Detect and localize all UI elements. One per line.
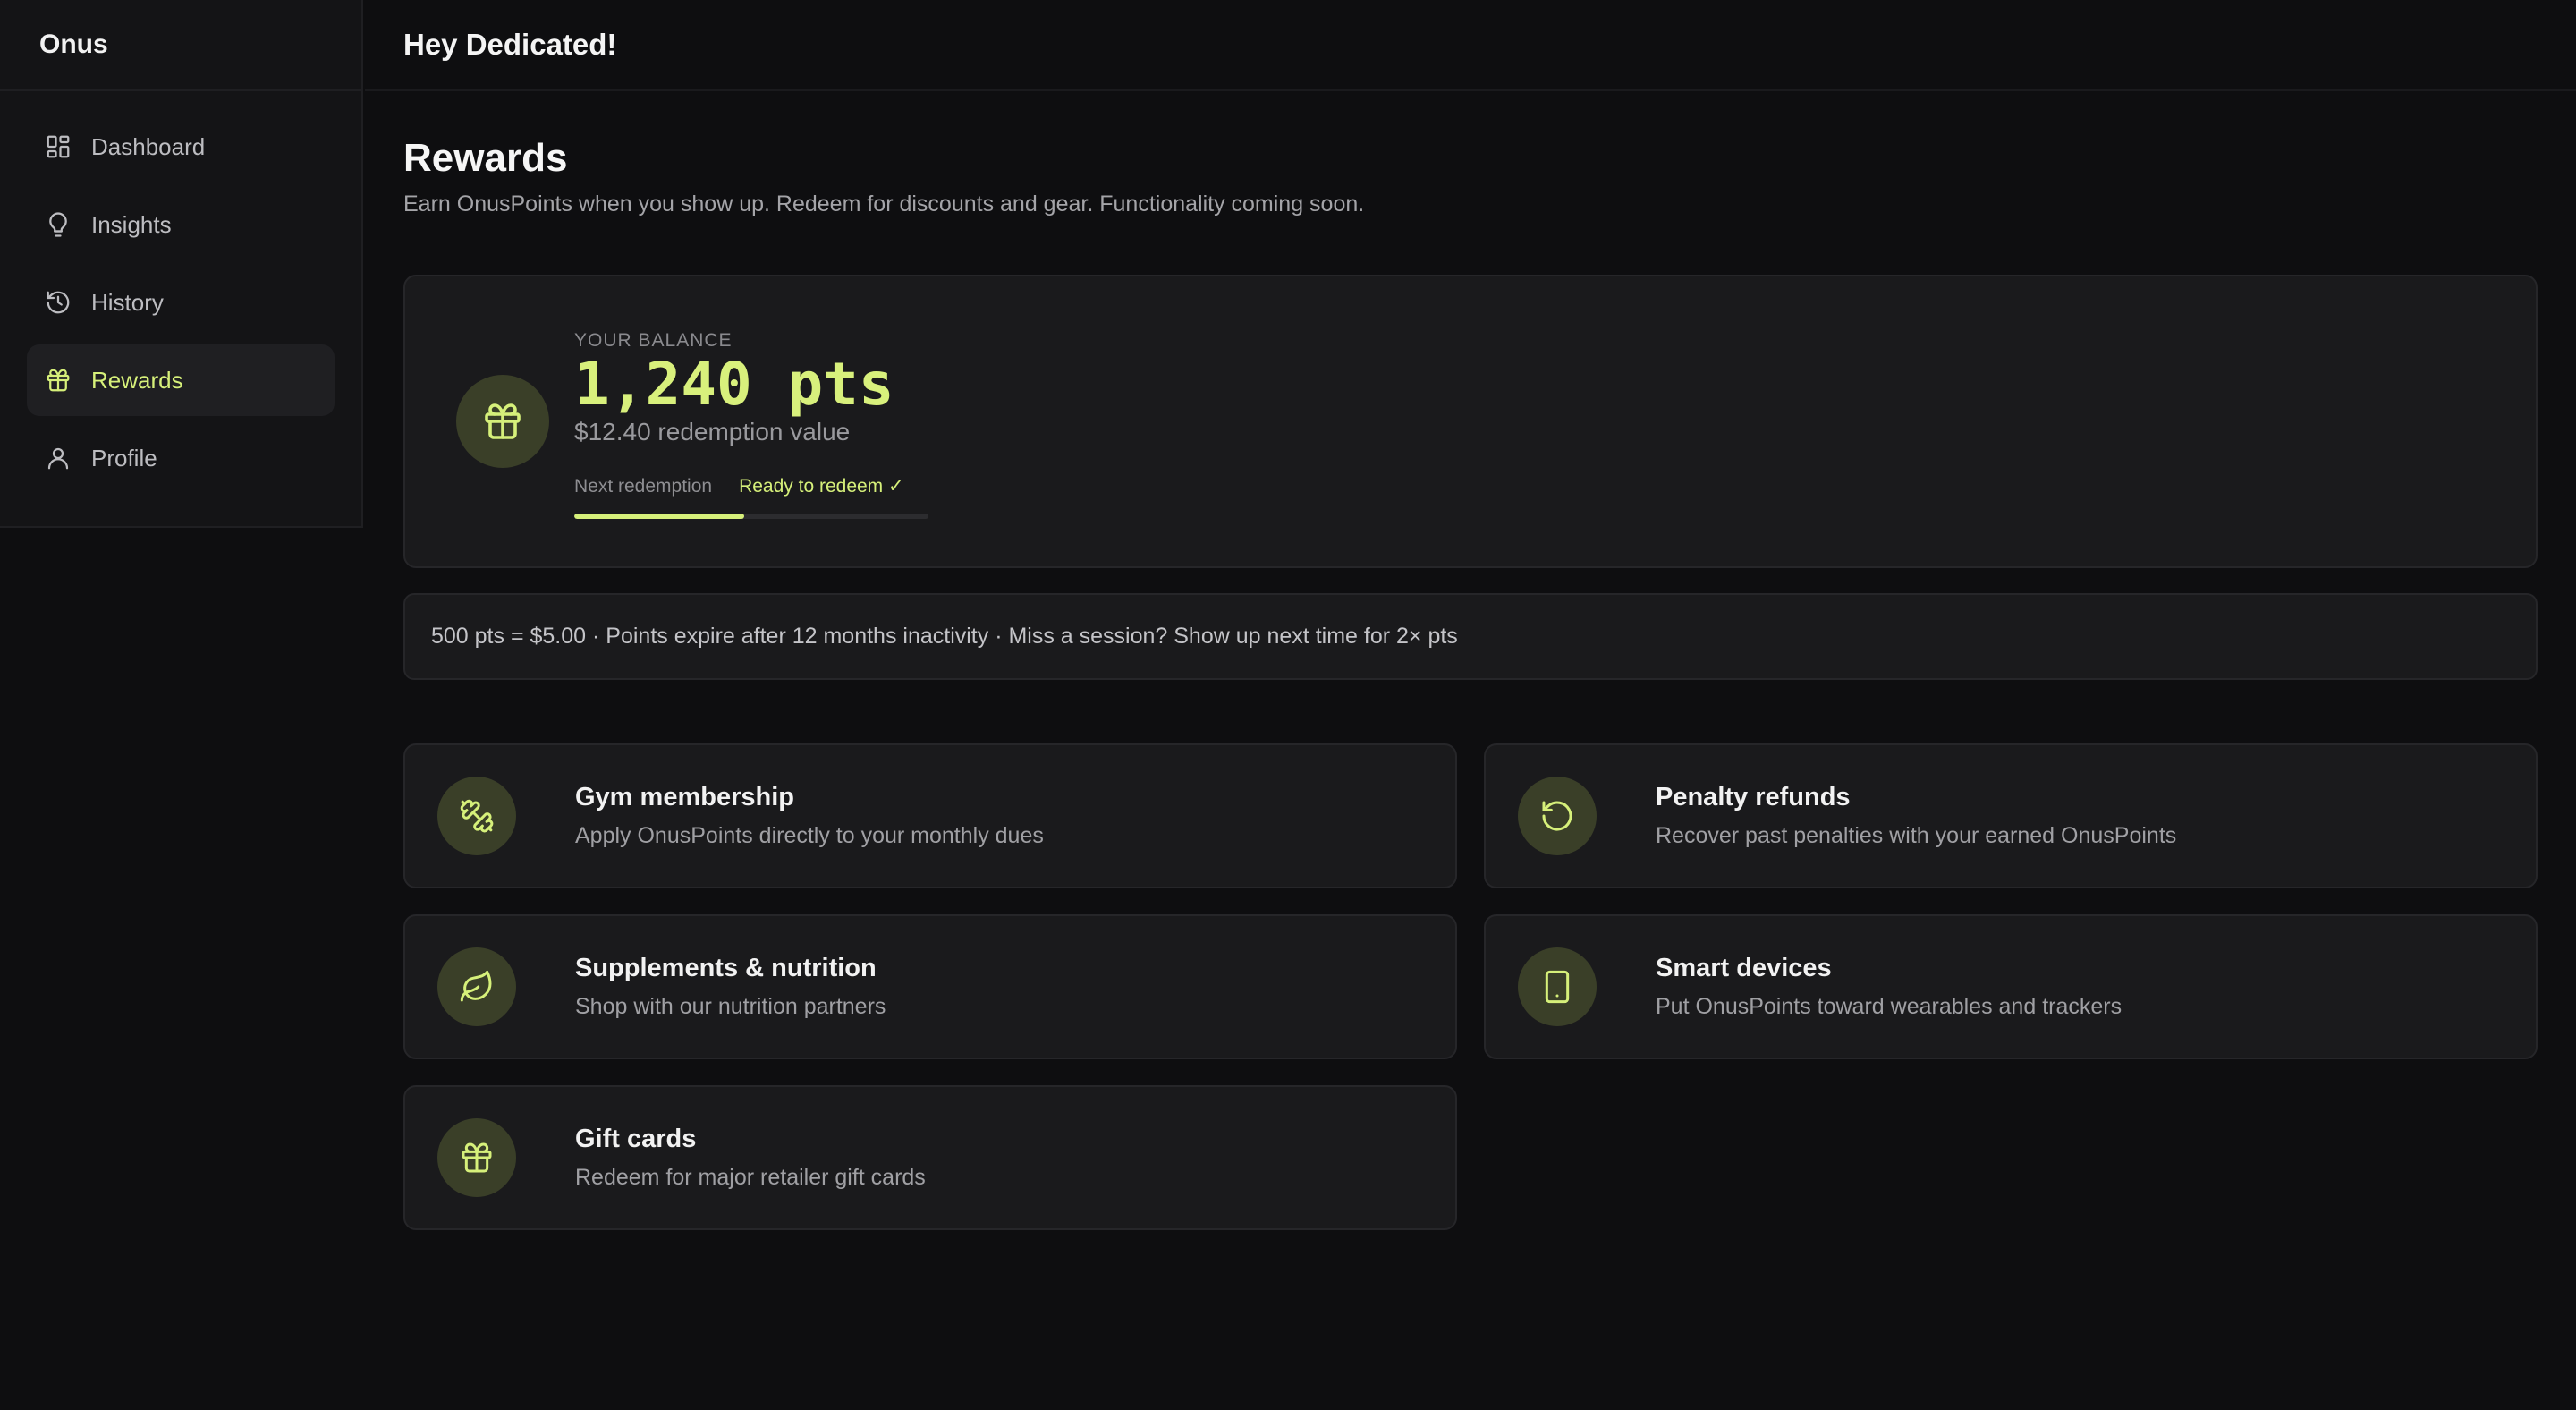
reward-option-icon-badge (1518, 947, 1597, 1026)
redeem-status[interactable]: Ready to redeem ✓ (739, 475, 904, 497)
reward-option-icon-badge (437, 947, 516, 1026)
redemption-progress-fill (574, 514, 745, 519)
sidebar-item-insights[interactable]: Insights (27, 189, 335, 260)
reward-option-icon-badge (437, 777, 516, 855)
reward-option-desc: Put OnusPoints toward wearables and trac… (1656, 994, 2123, 1019)
page-title: Rewards (403, 136, 568, 180)
redemption-row: Next redemption Ready to redeem ✓ (574, 475, 928, 497)
brand-logo[interactable]: Onus (0, 0, 361, 91)
page-subtitle: Earn OnusPoints when you show up. Redeem… (403, 191, 1365, 217)
reward-option-title: Gym membership (575, 783, 794, 811)
gift-icon (462, 1142, 492, 1173)
reward-option-desc: Shop with our nutrition partners (575, 994, 886, 1019)
balance-label: YOUR BALANCE (574, 330, 733, 351)
next-redemption-label: Next redemption (574, 475, 713, 497)
balance-card: YOUR BALANCE 1,240 pts $12.40 redemption… (403, 275, 2538, 568)
reward-option-title: Smart devices (1656, 954, 1832, 982)
reward-option-title: Supplements & nutrition (575, 954, 877, 982)
refresh-icon (1542, 801, 1572, 831)
leaf-icon (460, 970, 492, 1002)
reward-option-title: Gift cards (575, 1125, 697, 1153)
reward-option-desc: Redeem for major retailer gift cards (575, 1165, 926, 1190)
sidebar-item-label: History (91, 288, 164, 316)
sidebar-nav: Dashboard Insights History Rewards Profi… (0, 91, 361, 520)
reward-option-gift-cards[interactable]: Gift cards Redeem for major retailer gif… (403, 1085, 1457, 1230)
balance-value: 1,240 pts (574, 350, 894, 419)
greeting: Hey Dedicated! (403, 28, 617, 61)
gift-icon (485, 403, 521, 439)
user-icon (47, 447, 69, 470)
sidebar-item-history[interactable]: History (27, 267, 335, 338)
points-info-text: 500 pts = $5.00 · Points expire after 12… (431, 624, 1458, 649)
sidebar-item-rewards[interactable]: Rewards (27, 344, 335, 416)
sidebar-item-profile[interactable]: Profile (27, 422, 335, 494)
sidebar-item-label: Insights (91, 210, 172, 238)
tablet-icon (1545, 970, 1570, 1004)
dashboard-icon (47, 135, 70, 158)
lightbulb-icon (49, 212, 67, 237)
gift-icon (47, 369, 70, 392)
sidebar-item-label: Dashboard (91, 132, 206, 160)
reward-option-smart-devices[interactable]: Smart devices Put OnusPoints toward wear… (1484, 914, 2538, 1059)
history-icon (47, 291, 70, 314)
reward-options-grid: Gym membership Apply OnusPoints directly… (403, 743, 2538, 1230)
sidebar-item-label: Rewards (91, 366, 183, 394)
reward-option-icon-badge (1518, 777, 1597, 855)
reward-option-icon-badge (437, 1118, 516, 1197)
dumbbell-icon (460, 799, 494, 833)
points-info-bar: 500 pts = $5.00 · Points expire after 12… (403, 593, 2538, 680)
reward-option-desc: Recover past penalties with your earned … (1656, 823, 2177, 848)
redemption-value: $12.40 redemption value (574, 418, 851, 446)
redemption-progress-bar (574, 514, 928, 519)
balance-gift-badge (456, 375, 549, 468)
sidebar-item-dashboard[interactable]: Dashboard (27, 111, 335, 183)
reward-option-desc: Apply OnusPoints directly to your monthl… (575, 823, 1044, 848)
sidebar: Onus Dashboard Insights History Rewards … (0, 0, 363, 528)
balance-block: YOUR BALANCE 1,240 pts $12.40 redemption… (574, 330, 928, 519)
top-bar: Hey Dedicated! (365, 0, 2576, 91)
main-content: Rewards Earn OnusPoints when you show up… (403, 134, 2538, 1230)
sidebar-item-label: Profile (91, 444, 157, 471)
reward-option-supplements[interactable]: Supplements & nutrition Shop with our nu… (403, 914, 1457, 1059)
reward-option-penalty-refunds[interactable]: Penalty refunds Recover past penalties w… (1484, 743, 2538, 888)
reward-option-title: Penalty refunds (1656, 783, 1851, 811)
reward-option-gym-membership[interactable]: Gym membership Apply OnusPoints directly… (403, 743, 1457, 888)
